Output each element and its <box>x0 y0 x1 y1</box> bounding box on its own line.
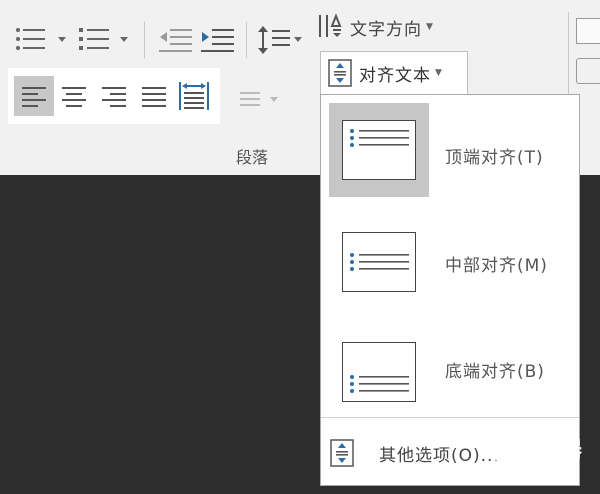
menu-separator <box>321 417 579 418</box>
other-options-label: 其他选项(O)... <box>379 445 500 466</box>
paragraph-group-label: 段落 <box>236 148 269 167</box>
top-align-icon <box>342 120 416 180</box>
align-center-button[interactable] <box>54 76 94 116</box>
menu-item-bottom-align[interactable]: 底端对齐(B) <box>321 317 579 417</box>
menu-item-label: 中部对齐(M) <box>445 256 548 276</box>
line-spacing-button[interactable] <box>256 24 308 56</box>
align-center-icon <box>62 87 86 107</box>
thumb-wrap <box>329 215 429 309</box>
distributed-button[interactable] <box>174 76 214 116</box>
style-box <box>576 18 600 44</box>
columns-button[interactable] <box>238 88 288 112</box>
style-box <box>576 58 600 84</box>
watermark-url: luyouqi.com <box>516 460 578 471</box>
watermark-logo: 路由器 luyouqi.com <box>486 428 596 488</box>
columns-icon <box>240 92 278 106</box>
align-text-button[interactable]: 对齐文本 ▼ <box>320 51 468 95</box>
text-direction-label: 文字方向 <box>350 19 422 40</box>
numbering-button[interactable] <box>78 26 134 54</box>
align-text-label: 对齐文本 <box>359 65 431 86</box>
chevron-down-icon: ▼ <box>435 68 442 78</box>
align-text-icon <box>330 439 354 467</box>
menu-item-label: 底端对齐(B) <box>445 362 545 382</box>
align-left-icon <box>22 87 46 107</box>
router-logo-icon <box>487 435 513 461</box>
thumb-wrap <box>329 325 429 419</box>
increase-indent-icon <box>201 29 234 52</box>
alignment-group <box>8 68 220 124</box>
justify-icon <box>142 87 166 107</box>
justify-button[interactable] <box>134 76 174 116</box>
line-spacing-icon <box>258 26 302 54</box>
align-right-icon <box>102 87 126 107</box>
ribbon-separator <box>246 22 247 58</box>
decrease-indent-button[interactable] <box>158 26 194 54</box>
menu-item-other-options[interactable]: 其他选项(O)... <box>329 435 500 471</box>
bottom-align-icon <box>342 342 416 402</box>
thumb-wrap <box>329 103 429 197</box>
bullets-button[interactable] <box>14 26 70 54</box>
increase-indent-button[interactable] <box>200 26 236 54</box>
menu-item-top-align[interactable]: 顶端对齐(T) <box>321 95 579 197</box>
text-direction-icon <box>319 13 342 37</box>
bullets-icon <box>16 28 66 50</box>
distributed-icon <box>179 82 209 110</box>
decrease-indent-icon <box>159 29 192 52</box>
text-direction-button[interactable]: 文字方向 ▼ <box>316 12 434 42</box>
align-left-button[interactable] <box>14 76 54 116</box>
menu-item-label: 顶端对齐(T) <box>445 148 544 168</box>
align-right-button[interactable] <box>94 76 134 116</box>
ribbon-separator <box>144 22 145 58</box>
chevron-down-icon: ▼ <box>426 22 434 32</box>
middle-align-icon <box>342 232 416 292</box>
align-text-icon <box>328 59 352 87</box>
numbering-icon <box>79 28 128 50</box>
menu-item-middle-align[interactable]: 中部对齐(M) <box>321 207 579 307</box>
